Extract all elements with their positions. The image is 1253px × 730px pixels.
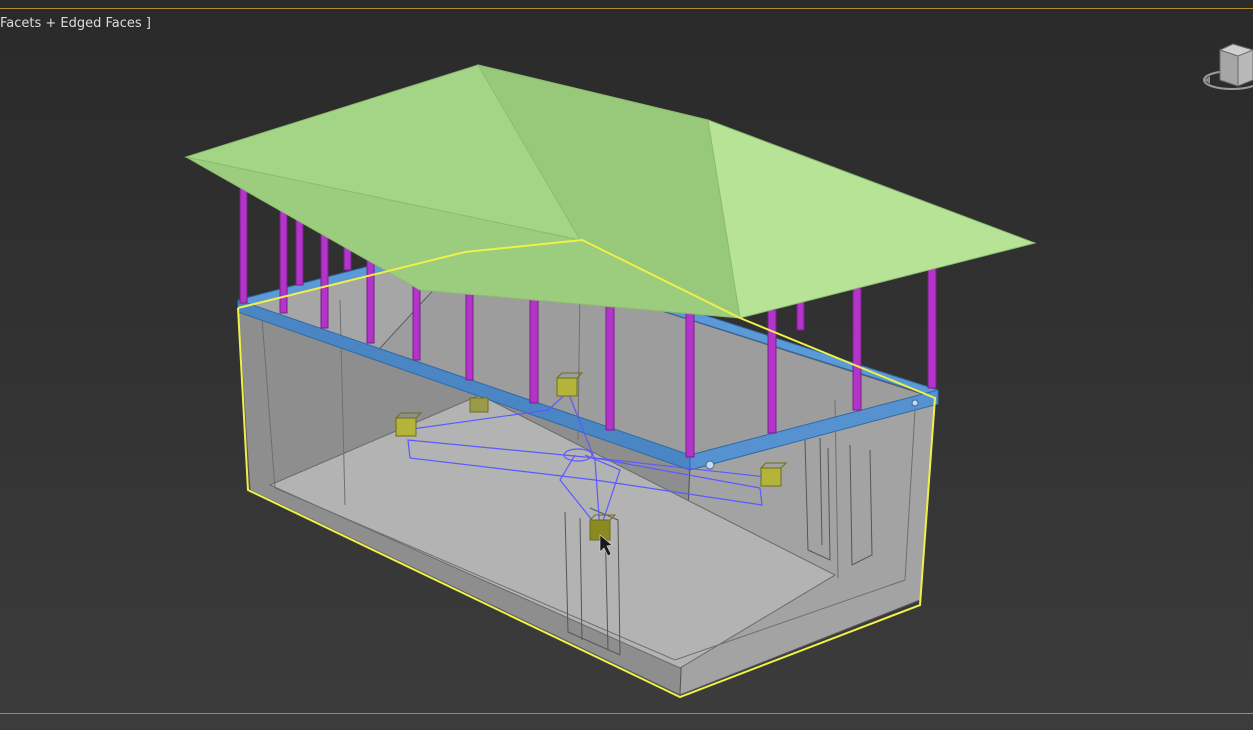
post[interactable] <box>927 267 937 389</box>
perspective-viewport[interactable]: Facets + Edged Faces ] <box>0 0 1253 730</box>
tank-box[interactable] <box>237 249 936 696</box>
dummy-helper[interactable] <box>469 397 489 413</box>
viewcube-icon[interactable] <box>1198 40 1253 95</box>
post[interactable] <box>767 309 777 434</box>
post[interactable] <box>239 174 248 304</box>
post[interactable] <box>852 287 862 411</box>
scene-3d[interactable] <box>0 0 1253 730</box>
post[interactable] <box>685 301 695 458</box>
